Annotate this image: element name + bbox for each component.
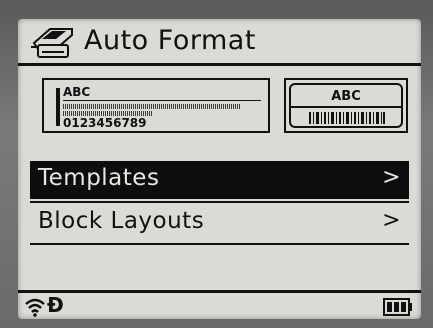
preview-left-top-text: ABC (63, 85, 91, 99)
lcd-screen: Auto Format ABC 0123456789 ABC Templates… (18, 19, 421, 319)
preview-rule (63, 100, 261, 101)
chevron-right-icon: > (382, 165, 401, 190)
divider (30, 243, 409, 245)
layout-preview-right: ABC (284, 78, 408, 133)
label-printer-icon (31, 28, 73, 58)
page-title: Auto Format (84, 25, 256, 56)
device-bezel: Auto Format ABC 0123456789 ABC Templates… (0, 0, 433, 328)
status-bar: Ð (18, 290, 421, 319)
preview-right-top-text: ABC (331, 89, 361, 104)
menu-item-block-layouts[interactable]: Block Layouts > (30, 204, 409, 242)
bluetooth-icon: Ð (47, 293, 64, 317)
preview-right-frame: ABC (289, 83, 403, 128)
preview-left-bottom-text: 0123456789 (63, 116, 147, 130)
chevron-right-icon: > (382, 208, 401, 233)
preview-placeholder-line (63, 104, 241, 109)
title-bar: Auto Format (18, 19, 421, 66)
menu-item-label: Templates (38, 165, 160, 191)
preview-divider (291, 106, 401, 108)
divider (30, 201, 409, 203)
battery-icon (383, 298, 412, 316)
barcode-icon (309, 112, 385, 124)
menu-item-templates[interactable]: Templates > (30, 161, 409, 199)
layout-preview-left: ABC 0123456789 (42, 78, 270, 133)
wifi-icon (25, 298, 45, 317)
menu-item-label: Block Layouts (38, 208, 205, 234)
preview-bar (56, 88, 60, 126)
